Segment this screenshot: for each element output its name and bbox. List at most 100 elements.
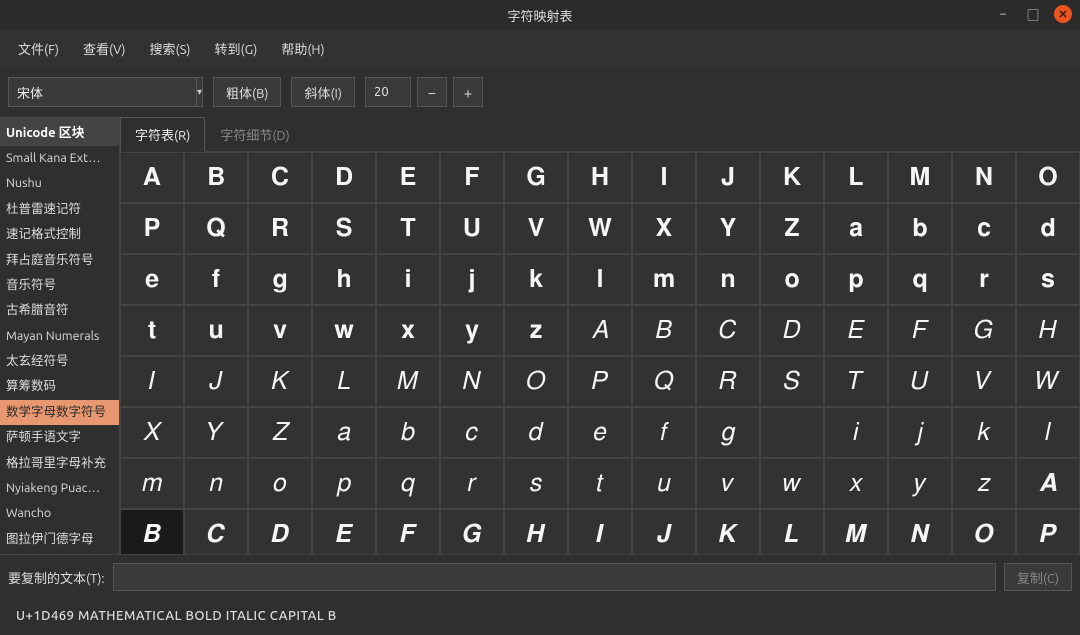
char-cell[interactable]: 𝑥: [824, 458, 888, 509]
block-item[interactable]: 古希腊音符: [0, 298, 119, 323]
block-item[interactable]: Nushu: [0, 171, 119, 196]
char-cell[interactable]: 𝑞: [376, 458, 440, 509]
char-cell[interactable]: 𝑠: [504, 458, 568, 509]
char-cell[interactable]: 𝐭: [120, 305, 184, 356]
char-cell[interactable]: 𝐯: [248, 305, 312, 356]
char-cell[interactable]: 𝑫: [248, 509, 312, 554]
char-cell[interactable]: 𝐸: [824, 305, 888, 356]
char-cell[interactable]: 𝐃: [312, 152, 376, 203]
char-cell[interactable]: 𝐎: [1016, 152, 1080, 203]
char-cell[interactable]: 𝑀: [376, 356, 440, 407]
char-cell[interactable]: 𝑩: [120, 509, 184, 554]
char-cell[interactable]: 𝑭: [376, 509, 440, 554]
tab[interactable]: 字符细节(D): [205, 117, 304, 151]
char-cell[interactable]: 𝐦: [632, 254, 696, 305]
size-value[interactable]: 20: [365, 77, 411, 107]
char-cell[interactable]: 𝑅: [696, 356, 760, 407]
copy-input[interactable]: [113, 563, 996, 591]
char-cell[interactable]: 𝑓: [632, 407, 696, 458]
char-cell[interactable]: 𝑵: [888, 509, 952, 554]
block-item[interactable]: 算筹数码: [0, 374, 119, 399]
char-cell[interactable]: 𝑄: [632, 356, 696, 407]
char-cell[interactable]: 𝐲: [440, 305, 504, 356]
char-cell[interactable]: 𝐀: [120, 152, 184, 203]
char-cell[interactable]: 𝑧: [952, 458, 1016, 509]
bold-button[interactable]: 粗体(B): [213, 77, 281, 107]
char-cell[interactable]: 𝐪: [888, 254, 952, 305]
char-cell[interactable]: 𝑯: [504, 509, 568, 554]
char-cell[interactable]: 𝑟: [440, 458, 504, 509]
char-cell[interactable]: 𝐂: [248, 152, 312, 203]
char-cell[interactable]: 𝑉: [952, 356, 1016, 407]
italic-button[interactable]: 斜体(I): [291, 77, 355, 107]
char-cell[interactable]: 𝑦: [888, 458, 952, 509]
tab[interactable]: 字符表(R): [120, 117, 205, 152]
char-cell[interactable]: 𝐑: [248, 203, 312, 254]
char-cell[interactable]: 𝐤: [504, 254, 568, 305]
char-cell[interactable]: 𝐜: [952, 203, 1016, 254]
chevron-down-icon[interactable]: ▾: [196, 78, 202, 106]
char-cell[interactable]: 𝑶: [952, 509, 1016, 554]
close-button[interactable]: ✕: [1054, 5, 1072, 23]
char-cell[interactable]: 𝐞: [120, 254, 184, 305]
char-cell[interactable]: 𝐮: [184, 305, 248, 356]
char-cell[interactable]: 𝑘: [952, 407, 1016, 458]
char-cell[interactable]: 𝐠: [248, 254, 312, 305]
size-decrease-button[interactable]: −: [417, 77, 447, 107]
char-cell[interactable]: 𝐇: [568, 152, 632, 203]
char-cell[interactable]: 𝐿: [312, 356, 376, 407]
block-item[interactable]: 图拉伊门德字母: [0, 527, 119, 552]
menu-item[interactable]: 帮助(H): [271, 34, 334, 63]
char-cell[interactable]: 𝑖: [824, 407, 888, 458]
char-cell[interactable]: 𝑳: [760, 509, 824, 554]
char-cell[interactable]: 𝑡: [568, 458, 632, 509]
char-cell[interactable]: 𝑝: [312, 458, 376, 509]
block-item[interactable]: 杜普雷速记符: [0, 197, 119, 222]
font-combo[interactable]: ▾: [8, 77, 203, 107]
char-cell[interactable]: 𝐵: [632, 305, 696, 356]
block-item[interactable]: Wancho: [0, 501, 119, 526]
char-cell[interactable]: 𝑬: [312, 509, 376, 554]
char-cell[interactable]: 𝐙: [760, 203, 824, 254]
menu-item[interactable]: 文件(F): [8, 34, 69, 63]
char-cell[interactable]: 𝐌: [888, 152, 952, 203]
char-cell[interactable]: 𝐓: [376, 203, 440, 254]
char-cell[interactable]: 𝑰: [568, 509, 632, 554]
size-increase-button[interactable]: +: [453, 77, 483, 107]
char-cell[interactable]: 𝑍: [248, 407, 312, 458]
char-cell[interactable]: 𝑴: [824, 509, 888, 554]
char-cell[interactable]: 𝐢: [376, 254, 440, 305]
char-cell[interactable]: 𝐍: [952, 152, 1016, 203]
char-cell[interactable]: 𝐴: [568, 305, 632, 356]
char-cell[interactable]: 𝐕: [504, 203, 568, 254]
char-cell[interactable]: 𝐒: [312, 203, 376, 254]
char-cell[interactable]: 𝑲: [696, 509, 760, 554]
char-cell[interactable]: 𝐻: [1016, 305, 1080, 356]
char-cell[interactable]: 𝐅: [440, 152, 504, 203]
char-cell[interactable]: 𝐖: [568, 203, 632, 254]
char-cell[interactable]: 𝑔: [696, 407, 760, 458]
font-input[interactable]: [9, 85, 196, 99]
char-cell[interactable]: 𝐺: [952, 305, 1016, 356]
char-cell[interactable]: 𝑣: [696, 458, 760, 509]
char-cell[interactable]: 𝑒: [568, 407, 632, 458]
char-cell[interactable]: 𝑗: [888, 407, 952, 458]
char-cell[interactable]: 𝐼: [120, 356, 184, 407]
char-cell[interactable]: 𝐄: [376, 152, 440, 203]
char-cell[interactable]: 𝐝: [1016, 203, 1080, 254]
char-cell[interactable]: 𝐥: [568, 254, 632, 305]
char-cell[interactable]: 𝐈: [632, 152, 696, 203]
char-cell[interactable]: 𝐊: [760, 152, 824, 203]
char-cell[interactable]: 𝐚: [824, 203, 888, 254]
char-cell[interactable]: 𝑐: [440, 407, 504, 458]
block-item[interactable]: Nyiakeng Puac…: [0, 476, 119, 501]
char-cell[interactable]: 𝐾: [248, 356, 312, 407]
menu-item[interactable]: 搜索(S): [139, 34, 200, 63]
char-cell[interactable]: 𝐣: [440, 254, 504, 305]
char-cell[interactable]: 𝑜: [248, 458, 312, 509]
char-cell[interactable]: 𝐋: [824, 152, 888, 203]
char-cell[interactable]: 𝐬: [1016, 254, 1080, 305]
char-cell[interactable]: 𝐱: [376, 305, 440, 356]
char-cell[interactable]: 𝑨: [1016, 458, 1080, 509]
char-cell[interactable]: 𝑇: [824, 356, 888, 407]
